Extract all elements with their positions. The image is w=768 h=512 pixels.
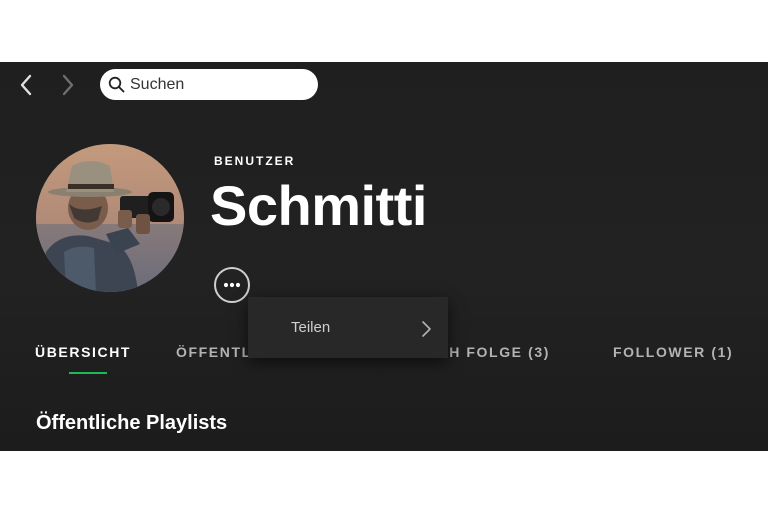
section-title: Öffentliche Playlists	[36, 412, 228, 434]
more-options-button[interactable]	[214, 267, 250, 303]
tab-overview[interactable]: ÜBERSICHT	[35, 344, 131, 360]
more-options-icon	[223, 282, 241, 288]
search-bar[interactable]	[100, 69, 318, 100]
user-type-label: BENUTZER	[214, 154, 296, 168]
chevron-right-icon	[422, 321, 431, 337]
profile-name: Schmitti	[210, 174, 427, 237]
chevron-left-icon	[20, 74, 32, 96]
tab-following[interactable]: ICH FOLGE (3)	[432, 344, 550, 360]
profile-photo-image	[36, 144, 184, 292]
search-icon	[108, 76, 125, 93]
context-menu: Teilen	[248, 297, 448, 358]
forward-button[interactable]	[56, 72, 80, 98]
app-window: BENUTZER Schmitti ÜBERSICHT ÖFFENTLICHE …	[0, 62, 768, 451]
menu-item-share[interactable]: Teilen	[248, 297, 448, 358]
chevron-right-icon	[62, 74, 74, 96]
back-button[interactable]	[14, 72, 38, 98]
avatar	[36, 144, 184, 292]
menu-item-label: Teilen	[291, 319, 331, 336]
search-input[interactable]	[130, 75, 300, 94]
active-tab-indicator	[69, 372, 107, 374]
tab-followers[interactable]: FOLLOWER (1)	[613, 344, 733, 360]
